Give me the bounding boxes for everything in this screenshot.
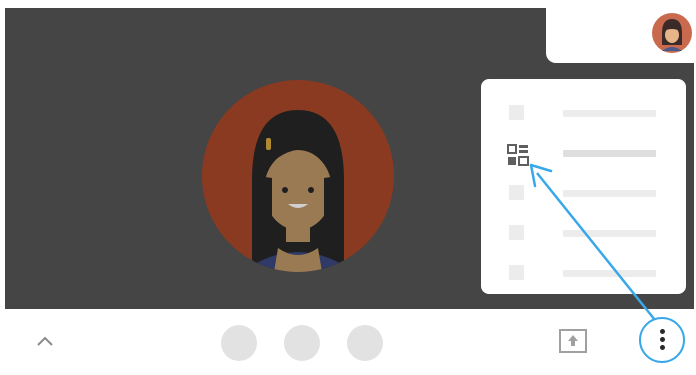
self-avatar-icon xyxy=(652,13,692,53)
chevron-up-icon[interactable] xyxy=(35,335,55,347)
more-options-button[interactable] xyxy=(639,317,685,363)
placeholder-icon xyxy=(509,225,524,240)
placeholder-icon xyxy=(509,265,524,280)
video-call-frame xyxy=(5,8,694,373)
qr-code-icon xyxy=(507,144,529,166)
menu-item[interactable] xyxy=(481,253,686,293)
menu-item-label-placeholder xyxy=(563,110,656,117)
menu-item-label-placeholder xyxy=(563,150,656,157)
menu-item-label-placeholder xyxy=(563,230,656,237)
present-screen-icon[interactable] xyxy=(558,327,588,355)
menu-item-qr-code[interactable] xyxy=(481,133,686,173)
menu-item[interactable] xyxy=(481,173,686,213)
toolbar-control-button[interactable] xyxy=(221,325,257,361)
toolbar-control-button[interactable] xyxy=(284,325,320,361)
placeholder-icon xyxy=(509,185,524,200)
placeholder-icon xyxy=(509,105,524,120)
menu-item-label-placeholder xyxy=(563,190,656,197)
self-view-tile[interactable] xyxy=(546,8,694,63)
call-toolbar xyxy=(5,309,694,373)
menu-item[interactable] xyxy=(481,213,686,253)
menu-item-label-placeholder xyxy=(563,270,656,277)
main-participant-avatar-icon xyxy=(202,80,394,272)
menu-item[interactable] xyxy=(481,93,686,133)
toolbar-control-button[interactable] xyxy=(347,325,383,361)
overflow-menu xyxy=(481,79,686,294)
